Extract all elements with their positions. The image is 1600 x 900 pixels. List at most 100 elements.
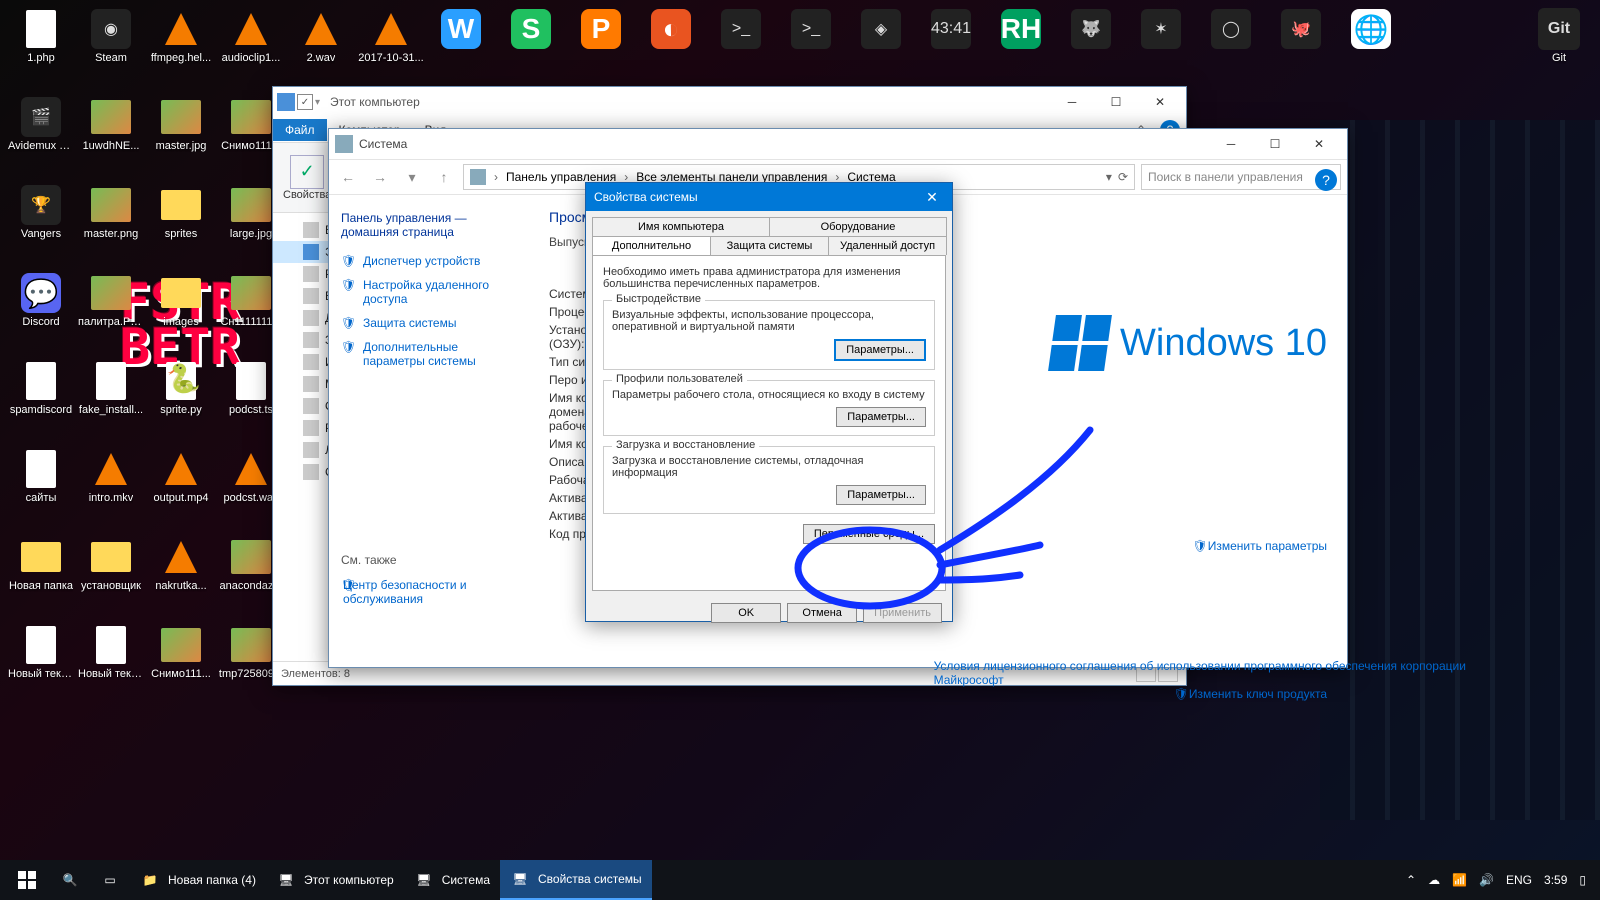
close-button[interactable]: ✕ <box>1297 130 1341 158</box>
tab-advanced[interactable]: Дополнительно <box>592 236 711 255</box>
checkbox-icon[interactable]: ✓ <box>297 94 313 110</box>
desktop-icon[interactable]: >_ <box>706 6 776 88</box>
desktop-icon[interactable]: ✶ <box>1126 6 1196 88</box>
taskbar-item[interactable]: 🖥Свойства системы <box>500 860 652 900</box>
forward-button[interactable]: → <box>367 164 393 190</box>
search-input[interactable]: Поиск в панели управления 🔍 <box>1141 164 1341 190</box>
minimize-button[interactable]: ─ <box>1209 130 1253 158</box>
desktop-icon[interactable]: W <box>426 6 496 88</box>
license-terms-link[interactable]: Условия лицензионного соглашения об испо… <box>934 659 1494 687</box>
desktop-icon[interactable]: images <box>146 270 216 352</box>
desktop-icon[interactable]: 🐙 <box>1266 6 1336 88</box>
desktop-icon[interactable]: Новый текстов... <box>76 622 146 704</box>
desktop-icon-git[interactable]: Git Git <box>1524 6 1594 88</box>
desktop-icon[interactable]: sprites <box>146 182 216 264</box>
desktop-icon[interactable]: intro.mkv <box>76 446 146 528</box>
taskbar-item[interactable]: 🖥Система <box>404 860 500 900</box>
back-button[interactable]: ← <box>335 164 361 190</box>
desktop-icon[interactable]: spamdiscord <box>6 358 76 440</box>
system-titlebar[interactable]: Система ─ ☐ ✕ <box>329 129 1347 159</box>
desktop-icon[interactable]: 💬Discord <box>6 270 76 352</box>
tab-remote[interactable]: Удаленный доступ <box>828 236 947 255</box>
up-button[interactable]: ↑ <box>431 164 457 190</box>
desktop-icon[interactable]: 2.wav <box>286 6 356 88</box>
close-button[interactable]: ✕ <box>1138 88 1182 116</box>
language-indicator[interactable]: ENG <box>1506 873 1532 887</box>
system-tray[interactable]: ⌃ ☁ 📶 🔊 ENG 3:59 ▯ <box>1396 873 1596 887</box>
desktop-icon[interactable]: ◉Steam <box>76 6 146 88</box>
security-center-link[interactable]: Центр безопасности и обслуживания <box>341 573 517 611</box>
desktop-icon[interactable]: 🏆Vangers <box>6 182 76 264</box>
close-button[interactable]: ✕ <box>912 183 952 211</box>
control-panel-task-link[interactable]: Диспетчер устройств <box>341 249 517 273</box>
desktop-icon[interactable]: установщик <box>76 534 146 616</box>
dropdown-icon[interactable]: ▾ <box>315 97 320 108</box>
desktop-icon[interactable]: ◈ <box>846 6 916 88</box>
desktop-icon[interactable]: RH <box>986 6 1056 88</box>
desktop-icon[interactable]: audioclip1... <box>216 6 286 88</box>
desktop-icon[interactable]: master.png <box>76 182 146 264</box>
desktop-icon[interactable]: сайты <box>6 446 76 528</box>
control-panel-task-link[interactable]: Дополнительные параметры системы <box>341 335 517 373</box>
change-settings-link[interactable]: 🛡Изменить параметры <box>1174 539 1327 553</box>
startup-recovery-settings-button[interactable]: Параметры... <box>836 485 926 505</box>
taskbar[interactable]: 🔍 ▭ 📁Новая папка (4)🖥Этот компьютер🖥Сист… <box>0 860 1600 900</box>
desktop-icon[interactable]: Снимо111... <box>146 622 216 704</box>
tray-overflow-icon[interactable]: ⌃ <box>1406 873 1416 887</box>
maximize-button[interactable]: ☐ <box>1094 88 1138 116</box>
tab-computer-name[interactable]: Имя компьютера <box>592 217 770 236</box>
start-button[interactable] <box>4 860 50 900</box>
clock[interactable]: 3:59 <box>1544 873 1567 887</box>
help-icon[interactable]: ? <box>1315 169 1337 191</box>
desktop-icon[interactable]: 1.php <box>6 6 76 88</box>
task-view-button[interactable]: ▭ <box>90 860 130 900</box>
taskbar-item[interactable]: 📁Новая папка (4) <box>130 860 266 900</box>
maximize-button[interactable]: ☐ <box>1253 130 1297 158</box>
desktop[interactable]: FSTRBETR 1.php◉Steamffmpeg.hel...audiocl… <box>0 0 1600 900</box>
control-panel-task-link[interactable]: Защита системы <box>341 311 517 335</box>
wifi-icon[interactable]: 📶 <box>1452 873 1467 887</box>
desktop-icon[interactable]: ◐ <box>636 6 706 88</box>
desktop-icon[interactable]: 2017-10-31... <box>356 6 426 88</box>
desktop-icon[interactable]: Новая папка <box>6 534 76 616</box>
dialog-titlebar[interactable]: Свойства системы ✕ <box>586 183 952 211</box>
ok-button[interactable]: OK <box>711 603 781 623</box>
desktop-icon[interactable]: палитра.PNG <box>76 270 146 352</box>
control-panel-home-link[interactable]: Панель управления — домашняя страница <box>341 211 517 239</box>
desktop-icon[interactable]: 🎬Avidemux 2.6 - 64 bits <box>6 94 76 176</box>
desktop-icon[interactable]: P <box>566 6 636 88</box>
desktop-icon[interactable]: S <box>496 6 566 88</box>
desktop-icon[interactable]: 1uwdhNE... <box>76 94 146 176</box>
desktop-icon[interactable]: output.mp4 <box>146 446 216 528</box>
dropdown-icon[interactable]: ▾ <box>1106 170 1112 184</box>
control-panel-task-link[interactable]: Настройка удаленного доступа <box>341 273 517 311</box>
explorer-titlebar[interactable]: ✓ ▾ Этот компьютер ─ ☐ ✕ <box>273 87 1186 117</box>
minimize-button[interactable]: ─ <box>1050 88 1094 116</box>
user-profiles-settings-button[interactable]: Параметры... <box>836 407 926 427</box>
taskbar-item[interactable]: 🖥Этот компьютер <box>266 860 404 900</box>
cancel-button[interactable]: Отмена <box>787 603 857 623</box>
desktop-icon[interactable]: ◯ <box>1196 6 1266 88</box>
volume-icon[interactable]: 🔊 <box>1479 873 1494 887</box>
environment-variables-button[interactable]: Переменные среды... <box>803 524 935 544</box>
ribbon-properties[interactable]: ✓ Свойства <box>283 155 331 201</box>
search-button[interactable]: 🔍 <box>50 860 90 900</box>
desktop-icon[interactable]: fake_install... <box>76 358 146 440</box>
history-dropdown[interactable]: ▾ <box>399 164 425 190</box>
apply-button[interactable]: Применить <box>863 603 942 623</box>
ribbon-tab-file[interactable]: Файл <box>273 119 327 141</box>
system-properties-dialog[interactable]: Свойства системы ✕ Имя компьютера Оборуд… <box>585 182 953 622</box>
desktop-icon[interactable]: 🐍sprite.py <box>146 358 216 440</box>
desktop-icon[interactable]: ffmpeg.hel... <box>146 6 216 88</box>
desktop-icon[interactable]: 🌐 <box>1336 6 1406 88</box>
tray-icon[interactable]: ☁ <box>1428 873 1440 887</box>
refresh-icon[interactable]: ⟳ <box>1118 170 1128 184</box>
tab-system-protection[interactable]: Защита системы <box>710 236 829 255</box>
action-center-icon[interactable]: ▯ <box>1579 873 1586 887</box>
tab-hardware[interactable]: Оборудование <box>769 217 947 236</box>
desktop-icon[interactable]: nakrutka... <box>146 534 216 616</box>
performance-settings-button[interactable]: Параметры... <box>834 339 926 361</box>
desktop-icon[interactable]: Новый текстовый... <box>6 622 76 704</box>
desktop-icon[interactable]: master.jpg <box>146 94 216 176</box>
change-product-key-link[interactable]: 🛡Изменить ключ продукта <box>1174 687 1327 701</box>
